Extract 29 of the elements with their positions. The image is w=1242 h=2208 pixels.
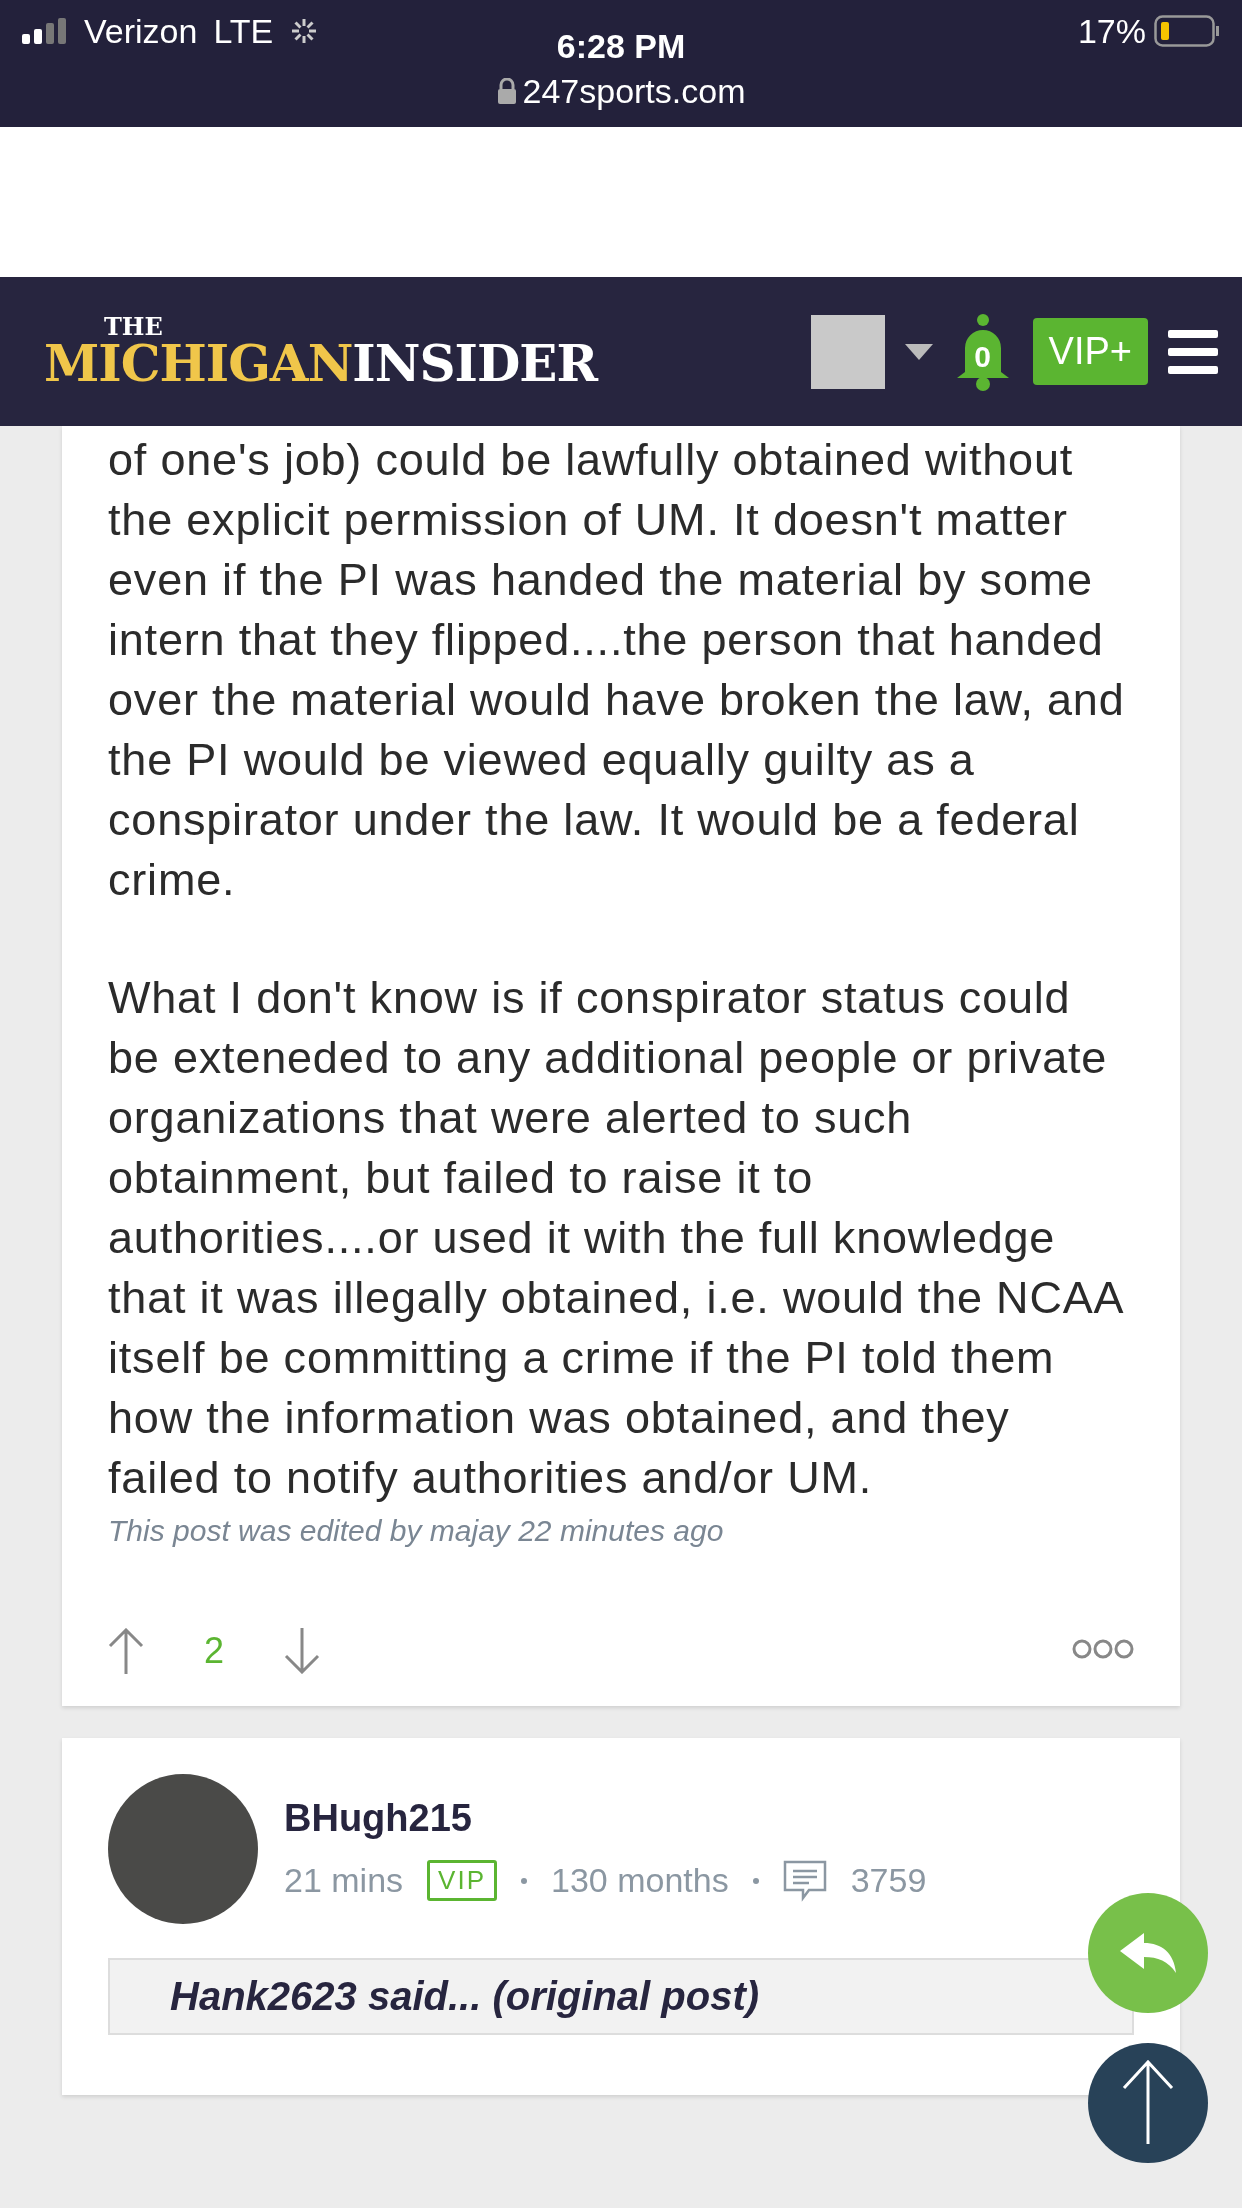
post-count: 3759 [850, 1861, 927, 1900]
dropdown-caret-icon[interactable] [904, 343, 933, 360]
carrier-name: Verizon [84, 11, 198, 51]
quote-header: Hank2623 said... (original post) [108, 1958, 1134, 2035]
more-options-icon[interactable] [1072, 1638, 1134, 1660]
reply-arrow-icon [1118, 1931, 1178, 1975]
network-type: LTE [213, 11, 274, 51]
post-time: 21 mins [284, 1861, 404, 1900]
post-paragraph: of one's job) could be lawfully obtained without the explicit permission of UM. It doesn't matter even if the PI was handed the material by some intern that they flipped....the person that handed over the material would have broken the law, and the PI would be viewed equally guilty as a conspirator under the law. It would be a federal crime. [108, 433, 1126, 907]
member-tenure: 130 months [551, 1861, 729, 1900]
user-avatar[interactable] [810, 314, 885, 389]
address-bar[interactable]: 247sports.com [496, 71, 746, 111]
signal-icon [22, 18, 68, 44]
downvote-arrow-icon[interactable] [284, 1628, 321, 1674]
edited-note: This post was edited by majay 22 minutes ago [108, 1514, 725, 1548]
site-logo[interactable]: THE MICHIGANINSIDER [44, 314, 597, 389]
post-paragraph: What I don't know is if conspirator status could be exteneded to any additional people or private organizations that were alerted to such obtainment, but failed to raise it to authorities....or used it with the full knowledge that it was illegally obtained, i.e. would the NCAA itself be committing a crime if the PI told them how the information was obtained, and they failed to notify authorities and/or UM. [108, 971, 1124, 1505]
vote-count: 2 [204, 1630, 225, 1672]
vip-badge: VIP [427, 1860, 497, 1901]
message-icon [782, 1859, 827, 1902]
separator-dot [752, 1877, 759, 1884]
upvote-arrow-icon[interactable] [108, 1628, 144, 1674]
battery-icon [1154, 15, 1220, 47]
username[interactable]: BHugh215 [284, 1796, 927, 1840]
menu-icon[interactable] [1168, 329, 1218, 374]
separator-dot [521, 1877, 527, 1884]
lock-icon [496, 78, 517, 104]
battery-percent: 17% [1077, 11, 1146, 51]
clock-time: 6:28 PM [556, 26, 686, 66]
